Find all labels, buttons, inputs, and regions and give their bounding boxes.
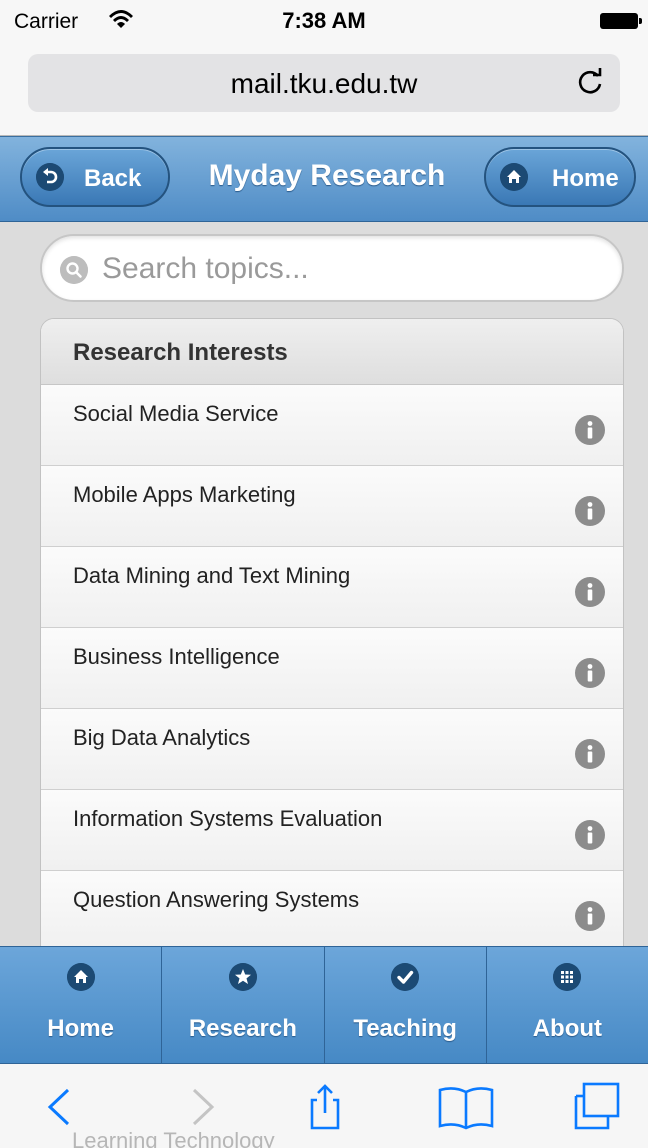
browser-toolbar: Learning Technology bbox=[0, 1064, 648, 1148]
list-item[interactable]: Data Mining and Text Mining bbox=[41, 547, 623, 628]
research-list: Research Interests Social Media Service … bbox=[40, 318, 624, 958]
list-item-label: Mobile Apps Marketing bbox=[73, 482, 296, 507]
info-icon[interactable] bbox=[575, 496, 605, 526]
list-item-label: Data Mining and Text Mining bbox=[73, 563, 351, 588]
list-item-label: Big Data Analytics bbox=[73, 725, 251, 750]
grid-icon bbox=[553, 963, 582, 991]
tab-home[interactable]: Home bbox=[0, 947, 163, 1063]
tab-bar: Home Research Teaching About bbox=[0, 946, 648, 1064]
tab-teaching[interactable]: Teaching bbox=[325, 947, 487, 1063]
tab-research[interactable]: Research bbox=[162, 947, 325, 1063]
list-item[interactable]: Business Intelligence bbox=[41, 628, 623, 709]
back-button[interactable]: Back bbox=[20, 147, 170, 207]
bookmarks-icon[interactable] bbox=[436, 1082, 496, 1132]
clock: 7:38 AM bbox=[282, 8, 366, 33]
search-icon bbox=[60, 256, 88, 284]
list-heading: Research Interests bbox=[41, 319, 623, 385]
tab-label: Research bbox=[188, 1015, 297, 1042]
back-label: Back bbox=[84, 165, 142, 192]
info-icon[interactable] bbox=[575, 577, 605, 607]
app-header: Back Myday Research Home bbox=[0, 136, 648, 222]
list-item-label: Question Answering Systems bbox=[73, 887, 360, 912]
search-box[interactable] bbox=[40, 234, 624, 302]
check-icon bbox=[391, 963, 420, 991]
list-item[interactable]: Mobile Apps Marketing bbox=[41, 466, 623, 547]
search-input[interactable] bbox=[102, 248, 602, 290]
reload-icon[interactable] bbox=[574, 66, 606, 98]
info-icon[interactable] bbox=[575, 658, 605, 688]
info-icon[interactable] bbox=[575, 820, 605, 850]
tabs-icon[interactable] bbox=[568, 1082, 624, 1132]
home-button[interactable]: Home bbox=[484, 147, 636, 207]
share-icon[interactable] bbox=[300, 1082, 350, 1132]
list-item-label: Learning Technology bbox=[72, 1128, 275, 1148]
list-item-label: Social Media Service bbox=[73, 401, 279, 426]
home-icon bbox=[500, 163, 528, 191]
home-label: Home bbox=[552, 165, 619, 192]
url-text: mail.tku.edu.tw bbox=[230, 68, 418, 99]
list-item[interactable]: Information Systems Evaluation bbox=[41, 790, 623, 871]
home-icon bbox=[66, 963, 95, 991]
tab-label: Home bbox=[47, 1015, 114, 1042]
tab-label: About bbox=[532, 1015, 603, 1042]
address-bar: mail.tku.edu.tw bbox=[0, 40, 648, 136]
status-bar: Carrier 7:38 AM bbox=[0, 0, 648, 40]
forward-arrow-icon[interactable] bbox=[176, 1082, 226, 1132]
list-item-label: Information Systems Evaluation bbox=[73, 806, 383, 831]
page-title: Myday Research bbox=[208, 159, 446, 192]
info-icon[interactable] bbox=[575, 901, 605, 931]
back-arrow-icon[interactable] bbox=[36, 1082, 86, 1132]
tab-label: Teaching bbox=[353, 1015, 457, 1042]
list-item[interactable]: Question Answering Systems bbox=[41, 871, 623, 952]
back-icon bbox=[36, 163, 64, 191]
list-item[interactable]: Big Data Analytics bbox=[41, 709, 623, 790]
info-icon[interactable] bbox=[575, 415, 605, 445]
star-icon bbox=[228, 963, 257, 991]
info-icon[interactable] bbox=[575, 739, 605, 769]
url-field[interactable]: mail.tku.edu.tw bbox=[28, 54, 620, 112]
list-item[interactable]: Social Media Service bbox=[41, 385, 623, 466]
tab-about[interactable]: About bbox=[487, 947, 648, 1063]
list-item-label: Business Intelligence bbox=[73, 644, 280, 669]
battery-icon bbox=[600, 13, 642, 29]
